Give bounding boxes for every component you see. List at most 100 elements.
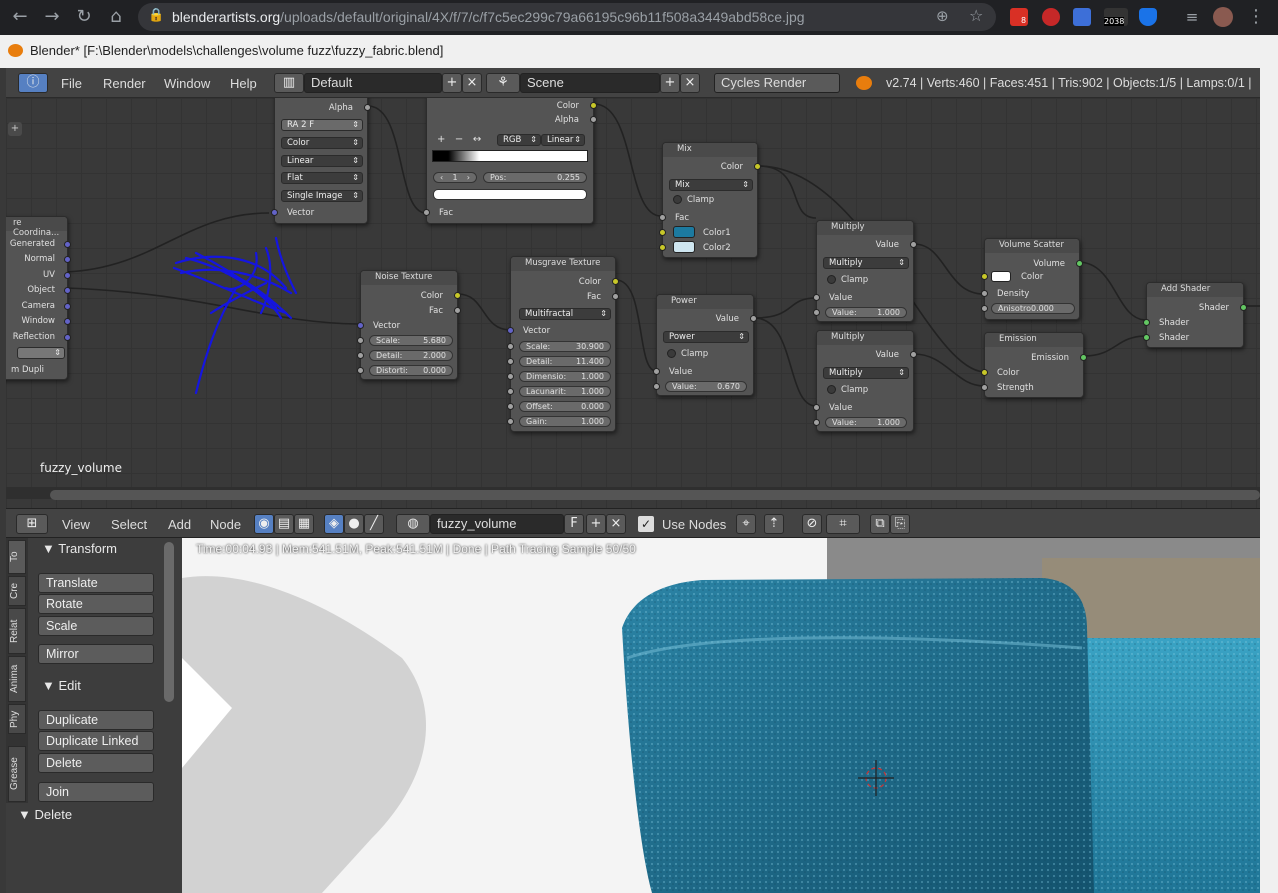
scene-icon[interactable]: ⚘ [486, 73, 520, 93]
detail-field[interactable]: Detail: 2.000 [369, 350, 453, 361]
socket[interactable] [659, 229, 666, 236]
socket[interactable] [659, 244, 666, 251]
material-browse-icon[interactable]: ◍ [396, 514, 430, 534]
parent-node-tree-icon[interactable]: ⇡ [764, 514, 784, 534]
remove-scene-icon[interactable]: × [680, 73, 700, 93]
node-add-shader[interactable]: Add Shader Shader Shader Shader [1143, 282, 1247, 348]
socket[interactable] [612, 293, 619, 300]
back-icon[interactable]: ← [10, 7, 30, 27]
socket[interactable] [1080, 354, 1087, 361]
node-math-power[interactable]: Power Value Power Clamp Value Value: 0.67… [653, 294, 757, 396]
panel-delete-title[interactable]: ▼ Delete [18, 807, 72, 822]
delete-button[interactable]: Delete [38, 753, 154, 773]
duplicate-button[interactable]: Duplicate [38, 710, 154, 730]
clamp-checkbox[interactable] [673, 195, 682, 204]
socket[interactable] [64, 287, 71, 294]
color-ramp-bar[interactable] [432, 150, 588, 162]
forward-icon[interactable]: → [42, 7, 62, 27]
distortion-field[interactable]: Distorti: 0.000 [369, 365, 453, 376]
projection-dropdown[interactable]: Flat [281, 172, 363, 184]
socket[interactable] [64, 303, 71, 310]
clamp-checkbox[interactable] [827, 385, 836, 394]
socket[interactable] [813, 294, 820, 301]
shield-icon[interactable] [1139, 8, 1157, 26]
snap-element-icon[interactable]: ⌗ [826, 514, 860, 534]
translate-button[interactable]: Translate [38, 573, 154, 593]
musgrave-param-field[interactable]: Dimensio: 1.000 [519, 371, 611, 382]
socket[interactable] [507, 327, 514, 334]
node-emission[interactable]: Emission Emission Color Strength [981, 332, 1087, 398]
rotate-button[interactable]: Rotate [38, 594, 154, 614]
socket[interactable] [1076, 260, 1083, 267]
musgrave-param-field[interactable]: Detail: 11.400 [519, 356, 611, 367]
scatter-color-swatch[interactable] [991, 271, 1011, 282]
socket[interactable] [357, 352, 364, 359]
unlink-material-icon[interactable]: × [606, 514, 626, 534]
math-op-dropdown[interactable]: Power [663, 331, 749, 343]
math-op-dropdown[interactable]: Multiply [823, 257, 909, 269]
socket[interactable] [754, 163, 761, 170]
socket[interactable] [64, 256, 71, 263]
color1-swatch[interactable] [673, 226, 695, 238]
menu-add[interactable]: Add [168, 517, 191, 532]
node-musgrave-texture[interactable]: Musgrave Texture Color Fac Multifractal … [507, 256, 619, 432]
duplicate-linked-button[interactable]: Duplicate Linked [38, 731, 154, 751]
remove-layout-icon[interactable]: × [462, 73, 482, 93]
socket[interactable] [507, 373, 514, 380]
menu-dots-icon[interactable]: ⋮ [1246, 7, 1266, 27]
image-buttons[interactable]: RA 2 F [281, 119, 363, 131]
mirror-button[interactable]: Mirror [38, 644, 154, 664]
socket[interactable] [507, 358, 514, 365]
musgrave-type-dropdown[interactable]: Multifractal [519, 308, 611, 320]
paste-nodes-icon[interactable]: ⎘ [890, 514, 910, 534]
world-shader-icon[interactable]: ● [344, 514, 364, 534]
screen-layout-field[interactable]: Default [304, 73, 442, 93]
socket[interactable] [271, 209, 278, 216]
socket[interactable] [590, 116, 597, 123]
ramp-color-swatch[interactable] [433, 189, 587, 200]
musgrave-param-field[interactable]: Offset: 0.000 [519, 401, 611, 412]
copy-nodes-icon[interactable]: ⧉ [870, 514, 890, 534]
socket[interactable] [653, 383, 660, 390]
socket[interactable] [659, 214, 666, 221]
use-nodes-checkbox[interactable]: ✓ [638, 516, 654, 532]
node-math-multiply-1[interactable]: Multiply Value Multiply Clamp Value Valu… [813, 220, 917, 322]
socket[interactable] [750, 315, 757, 322]
address-bar[interactable]: 🔒 blenderartists.org/uploads/default/ori… [138, 3, 996, 31]
value-field[interactable]: Value: 0.670 [665, 381, 747, 392]
math-op-dropdown[interactable]: Multiply [823, 367, 909, 379]
socket[interactable] [981, 369, 988, 376]
node-image-texture[interactable]: Alpha RA 2 F Color Linear Flat Single Im… [271, 98, 371, 224]
color-space-dropdown[interactable]: Color [281, 137, 363, 149]
menu-select[interactable]: Select [111, 517, 147, 532]
value-field[interactable]: Value: 1.000 [825, 417, 907, 428]
socket[interactable] [507, 343, 514, 350]
node-volume-scatter[interactable]: Volume Scatter Volume Color Density Anis… [981, 238, 1083, 320]
musgrave-param-field[interactable]: Lacunarit: 1.000 [519, 386, 611, 397]
node-editor[interactable]: re Coordina... Generated Normal UV Objec… [6, 98, 1260, 510]
musgrave-param-field[interactable]: Gain: 1.000 [519, 416, 611, 427]
tab-relations[interactable]: Relat [8, 608, 26, 654]
extension-counter-icon[interactable]: 2038 [1104, 8, 1128, 26]
menu-window[interactable]: Window [164, 76, 210, 91]
render-engine-dropdown[interactable]: Cycles Render [714, 73, 840, 93]
socket[interactable] [653, 368, 660, 375]
home-icon[interactable]: ⌂ [106, 7, 126, 27]
socket[interactable] [981, 273, 988, 280]
socket[interactable] [507, 388, 514, 395]
bookmark-star-icon[interactable]: ☆ [969, 6, 983, 25]
snap-icon[interactable]: ⊘ [802, 514, 822, 534]
socket[interactable] [64, 334, 71, 341]
socket[interactable] [590, 102, 597, 109]
gmail-extension-icon[interactable]: 8 [1010, 8, 1029, 26]
anisotropy-field[interactable]: Anisotro0.000 [991, 303, 1075, 314]
socket[interactable] [64, 241, 71, 248]
zoom-icon[interactable]: ⊕ [936, 7, 949, 25]
ramp-index-field[interactable]: ‹ 1 › [433, 172, 477, 183]
socket[interactable] [507, 403, 514, 410]
socket[interactable] [910, 241, 917, 248]
socket[interactable] [454, 292, 461, 299]
pin-icon[interactable]: ⌖ [736, 514, 756, 534]
adblock-icon[interactable] [1042, 8, 1060, 26]
socket[interactable] [813, 419, 820, 426]
